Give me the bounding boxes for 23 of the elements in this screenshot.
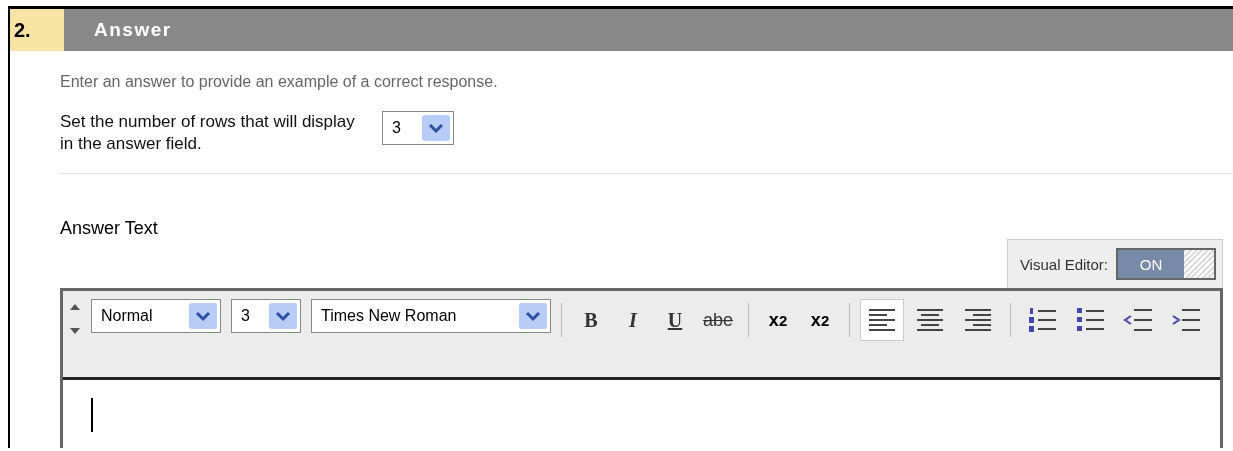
underline-button[interactable]: U — [656, 299, 694, 342]
section-number: 2. — [10, 9, 64, 51]
section-title: Answer — [93, 18, 172, 42]
scroll-down-icon[interactable] — [69, 327, 81, 336]
rows-setting-label: Set the number of rows that will display in the answer field. — [60, 111, 356, 156]
dropdown-caret-icon — [269, 303, 297, 330]
toolbar-select[interactable]: Normal — [91, 299, 221, 334]
dropdown-caret-icon — [189, 303, 217, 330]
rows-select[interactable]: 3 — [382, 111, 454, 145]
dropdown-caret-icon — [422, 115, 450, 141]
italic-button[interactable]: I — [614, 299, 652, 342]
align-left-button[interactable] — [860, 299, 905, 342]
bold-button[interactable]: B — [572, 299, 610, 342]
visual-editor-label: Visual Editor: — [1019, 255, 1108, 273]
visual-editor-toggle[interactable]: ON — [1116, 248, 1216, 281]
answer-input-field[interactable] — [63, 380, 1220, 448]
toolbar-select[interactable]: Times New Roman — [311, 299, 551, 334]
scroll-up-icon[interactable] — [69, 303, 81, 312]
toolbar-select[interactable]: 3 — [231, 299, 301, 334]
description-text: Enter an answer to provide an example of a correct response. — [60, 73, 499, 91]
strikethrough-button[interactable]: abe — [698, 299, 739, 342]
answer-text-label: Answer Text — [60, 218, 159, 240]
dropdown-caret-icon — [519, 303, 547, 330]
